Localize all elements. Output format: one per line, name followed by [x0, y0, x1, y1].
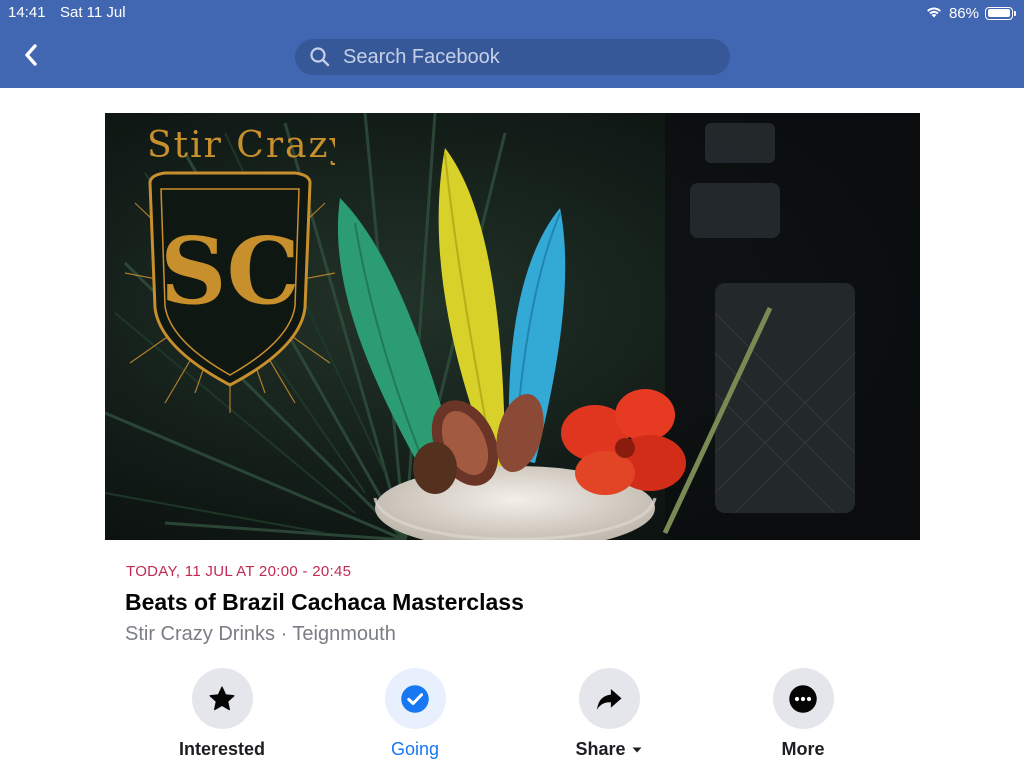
more-button[interactable]: More: [733, 668, 873, 760]
going-label: Going: [390, 739, 440, 759]
more-dots-icon: [789, 684, 817, 713]
event-date-time: TODAY, 11 JUL AT 20:00 - 20:45: [126, 563, 352, 580]
share-button[interactable]: Share: [539, 668, 679, 760]
chevron-left-icon: [25, 44, 37, 66]
wifi-icon: [925, 4, 943, 22]
interested-icon-circle: [191, 668, 253, 729]
back-button[interactable]: [16, 40, 46, 70]
event-title: Beats of Brazil Cachaca Masterclass: [125, 589, 524, 615]
stir-crazy-logo: Stir Crazy SC: [125, 125, 335, 413]
status-time: 14:41: [8, 4, 46, 21]
battery-percentage: 86%: [948, 4, 979, 22]
interested-button[interactable]: Interested: [152, 668, 292, 760]
caret-down-icon: [632, 747, 642, 753]
battery-tip: [1014, 10, 1016, 16]
search-icon: [310, 47, 330, 67]
event-cover-photo[interactable]: Stir Crazy SC: [105, 113, 920, 540]
going-icon-circle: [384, 668, 446, 729]
interested-label: Interested: [178, 739, 266, 759]
svg-text:SC: SC: [160, 217, 300, 325]
check-circle-icon: [401, 684, 429, 713]
status-date: Sat 11 Jul: [60, 4, 126, 21]
more-icon-circle: [772, 668, 834, 729]
going-button[interactable]: Going: [345, 668, 485, 760]
search-input[interactable]: Search Facebook: [295, 39, 730, 75]
status-indicators: 86%: [925, 4, 1016, 22]
more-label: More: [781, 739, 825, 759]
share-arrow-icon: [597, 688, 622, 710]
search-placeholder: Search Facebook: [343, 45, 500, 68]
share-label: Share: [539, 739, 679, 760]
share-label-text: Share: [575, 739, 626, 759]
svg-text:Stir Crazy: Stir Crazy: [147, 125, 335, 166]
top-bar: 14:41 Sat 11 Jul 86% Search Facebook: [0, 0, 1024, 88]
battery-icon: [985, 6, 1013, 20]
share-icon-circle: [578, 668, 640, 729]
star-icon: [209, 686, 235, 710]
event-host[interactable]: Stir Crazy Drinks · Teignmouth: [125, 623, 396, 646]
